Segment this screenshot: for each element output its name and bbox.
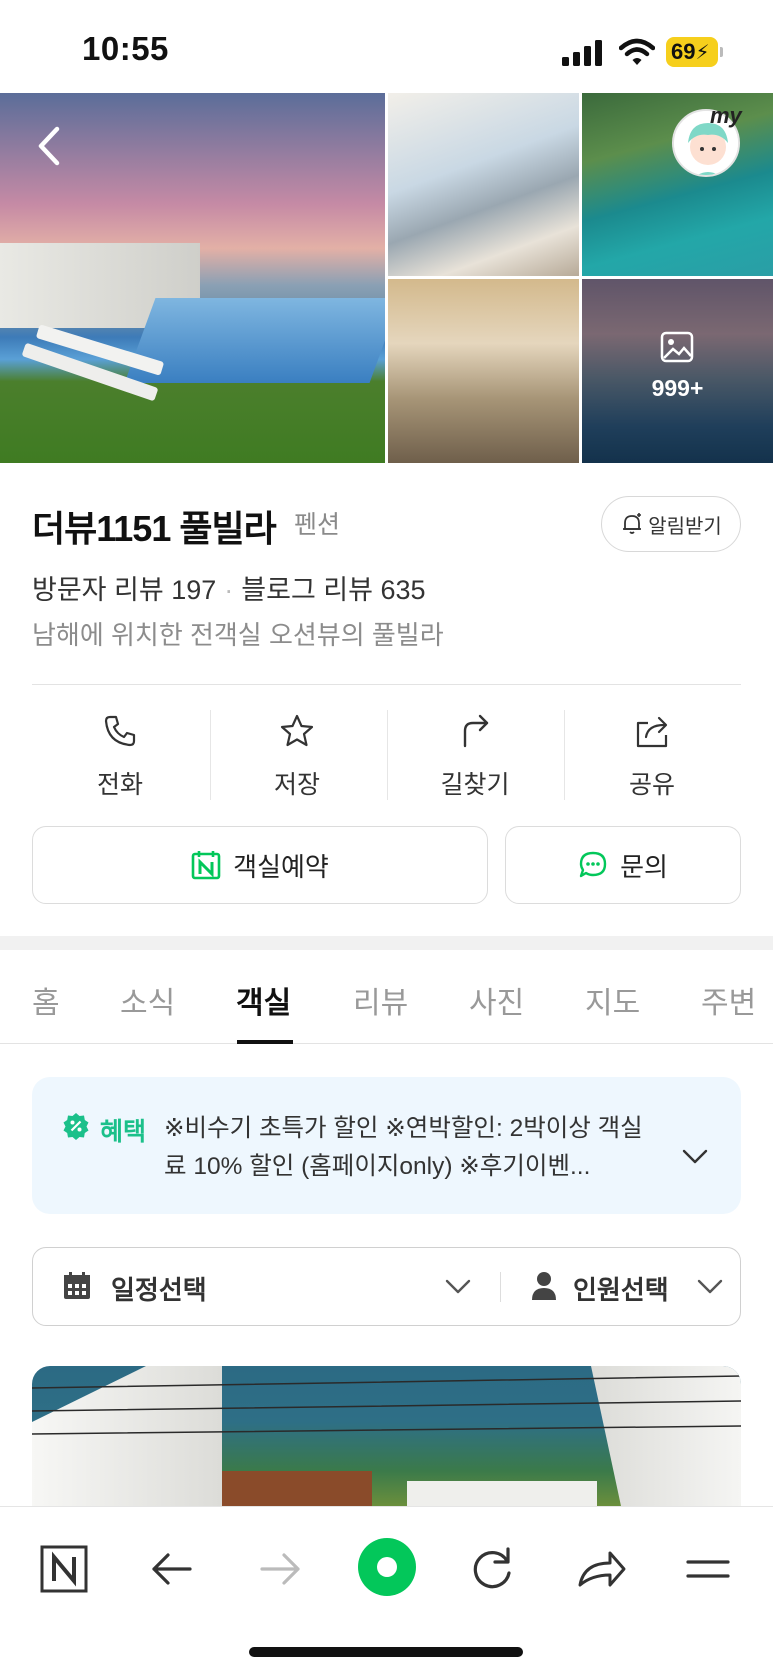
photo-more-thumbnail[interactable]: 999+: [582, 279, 773, 463]
cellular-signal-icon: [562, 40, 602, 66]
active-tab-indicator: [237, 1040, 293, 1044]
blog-review-link[interactable]: 블로그 리뷰 635: [241, 575, 425, 605]
refresh-icon[interactable]: [462, 1539, 522, 1599]
calendar-icon: [64, 1272, 90, 1299]
directions-label: 길찾기: [440, 771, 510, 799]
naver-n-icon[interactable]: [34, 1539, 94, 1599]
save-button[interactable]: 저장: [209, 705, 385, 800]
place-category: 펜션: [294, 511, 341, 539]
chat-bubble-icon: [579, 851, 607, 878]
alarm-label: 알림받기: [648, 515, 722, 538]
reserve-button[interactable]: 객실예약: [32, 826, 488, 904]
benefit-label: 혜택: [100, 1118, 147, 1146]
green-dot-icon[interactable]: [356, 1536, 418, 1598]
booking-selector: 일정선택 인원선택: [32, 1247, 741, 1326]
place-description: 남해에 위치한 전객실 오션뷰의 풀빌라: [32, 620, 444, 650]
visitor-review-link[interactable]: 방문자 리뷰 197: [32, 575, 216, 605]
date-select-label: 일정선택: [111, 1275, 207, 1305]
inquiry-label: 문의: [620, 851, 668, 882]
my-label: my: [710, 103, 742, 128]
back-chevron-icon[interactable]: [30, 121, 70, 171]
inquiry-button[interactable]: 문의: [505, 826, 741, 904]
review-counts: 방문자 리뷰 197 · 블로그 리뷰 635: [32, 575, 426, 605]
bell-plus-icon: [623, 513, 642, 534]
reserve-label: 객실예약: [233, 851, 329, 882]
battery-indicator: 69⚡: [666, 37, 723, 67]
share-label: 공유: [628, 771, 675, 799]
share-icon: [636, 716, 668, 748]
call-button[interactable]: 전화: [32, 705, 208, 800]
person-icon: [532, 1272, 556, 1300]
phone-icon: [104, 715, 136, 747]
room-photo[interactable]: [32, 1366, 741, 1506]
turn-arrow-icon: [463, 714, 489, 748]
place-name: 더뷰1151 풀빌라: [32, 508, 277, 549]
photo-count: 999+: [651, 375, 704, 401]
chevron-down-icon: [445, 1279, 471, 1294]
directions-button[interactable]: 길찾기: [387, 705, 563, 800]
divider: [32, 684, 741, 685]
tab-photos[interactable]: 사진: [469, 978, 524, 1022]
charging-bolt-icon: ⚡: [695, 42, 710, 64]
status-time: 10:55: [82, 30, 169, 67]
chevron-down-icon: [697, 1279, 723, 1294]
image-icon: [660, 331, 694, 363]
share-button[interactable]: 공유: [564, 705, 740, 800]
naver-calendar-icon: [191, 851, 221, 880]
status-bar: 10:55 69⚡: [0, 0, 773, 93]
benefit-banner[interactable]: 혜택 ※비수기 초특가 할인 ※연박할인: 2박이상 객실료 10% 할인 (홈…: [32, 1077, 741, 1214]
home-indicator: [249, 1647, 523, 1657]
date-select[interactable]: 일정선택: [33, 1248, 501, 1324]
tab-news[interactable]: 소식: [120, 978, 175, 1022]
chevron-down-icon[interactable]: [682, 1149, 708, 1165]
menu-icon[interactable]: [678, 1539, 738, 1599]
people-select[interactable]: 인원선택: [501, 1248, 739, 1324]
railing: [32, 1375, 741, 1435]
people-select-label: 인원선택: [573, 1275, 669, 1305]
forward-arrow-icon[interactable]: [250, 1539, 310, 1599]
tab-reviews[interactable]: 리뷰: [353, 978, 408, 1022]
tab-map[interactable]: 지도: [585, 978, 640, 1022]
star-icon: [280, 714, 314, 747]
section-separator: [0, 936, 773, 950]
discount-badge-icon: [63, 1113, 89, 1140]
wifi-icon: [619, 38, 655, 65]
photo-thumbnail[interactable]: [388, 279, 579, 463]
battery-level: 69: [671, 39, 696, 64]
alarm-subscribe-button[interactable]: 알림받기: [601, 496, 741, 552]
tab-home[interactable]: 홈: [32, 978, 60, 1022]
benefit-text: ※비수기 초특가 할인 ※연박할인: 2박이상 객실료 10% 할인 (홈페이지…: [164, 1115, 643, 1180]
browser-toolbar: [0, 1506, 773, 1673]
tab-rooms[interactable]: 객실: [236, 978, 291, 1022]
photo-thumbnail[interactable]: [582, 93, 773, 276]
save-label: 저장: [273, 771, 320, 799]
back-arrow-icon[interactable]: [142, 1539, 202, 1599]
share-arrow-icon[interactable]: [570, 1539, 630, 1599]
tab-bar: 홈 소식 객실 리뷰 사진 지도 주변: [0, 950, 773, 1044]
tab-nearby[interactable]: 주변: [701, 978, 756, 1022]
call-label: 전화: [96, 771, 143, 799]
photo-thumbnail[interactable]: [388, 93, 579, 276]
photo-gallery: 999+ my: [0, 93, 773, 463]
